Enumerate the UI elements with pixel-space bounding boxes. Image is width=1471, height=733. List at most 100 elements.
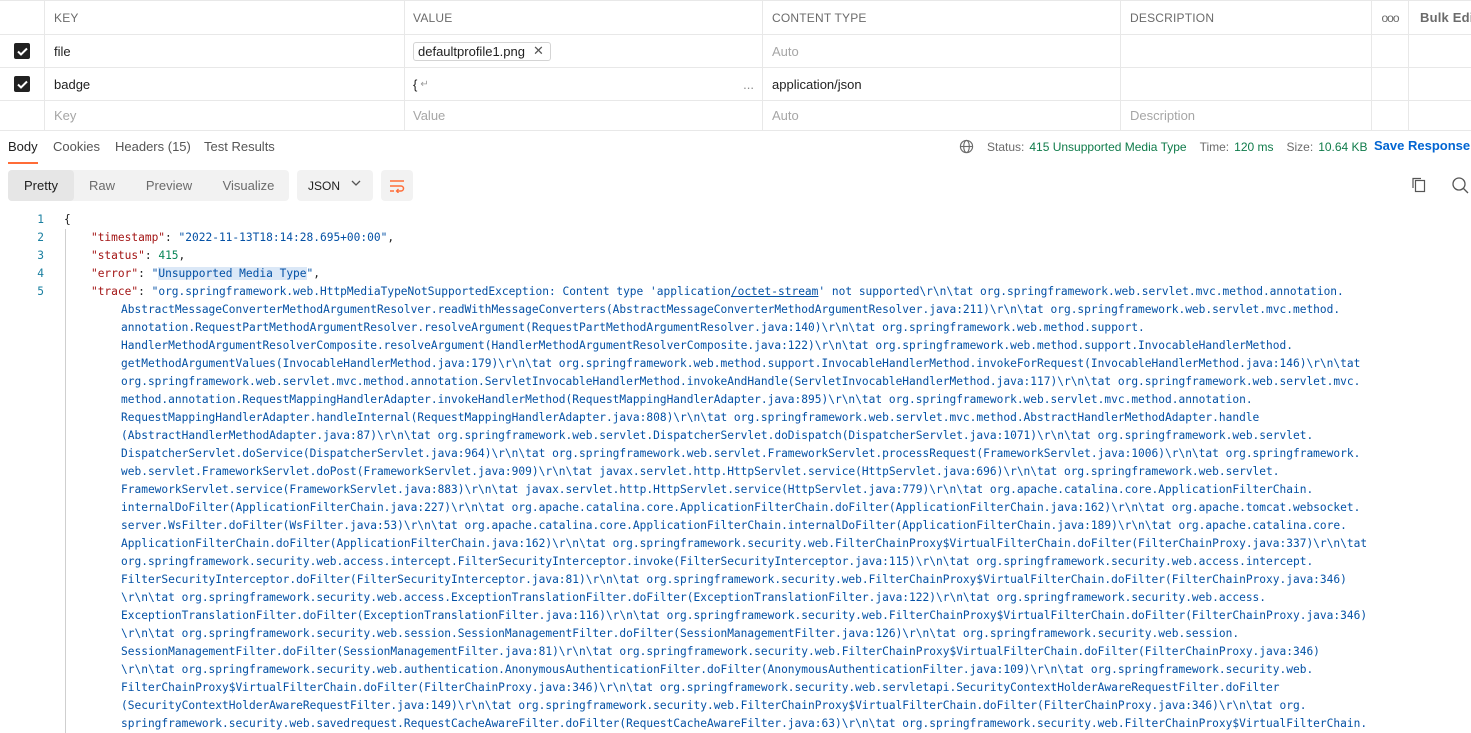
json-brace: { — [413, 76, 418, 92]
json-key: "trace" — [90, 285, 139, 298]
response-tabs: Body Cookies Headers (15) Test Results S… — [0, 131, 1471, 164]
row-checkbox-cell — [0, 35, 44, 67]
value-input[interactable]: Value — [404, 101, 762, 130]
code-line-wrapped: FrameworkServlet.service(FrameworkServle… — [121, 483, 1314, 496]
tab-headers[interactable]: Headers (15) — [115, 139, 191, 154]
code-line-wrapped: method.annotation.RequestMappingHandlerA… — [121, 393, 1253, 406]
json-value-preview: { ↵ ... — [413, 77, 762, 92]
value-field[interactable]: { ↵ ... — [404, 68, 762, 100]
description-field[interactable] — [1120, 35, 1371, 67]
copy-icon[interactable] — [1411, 176, 1427, 194]
code-line-wrapped: FilterSecurityInterceptor.doFilter(Filte… — [121, 573, 1347, 586]
json-key: "status" — [90, 249, 145, 262]
response-body-editor[interactable]: 1 2 3 4 5 { "timestamp": "2022-11-13T18:… — [0, 211, 1471, 733]
more-options-button[interactable]: ooo — [1371, 1, 1408, 34]
json-key: "timestamp" — [90, 231, 166, 244]
table-row: badge { ↵ ... application/json — [0, 68, 1471, 101]
mode-pretty[interactable]: Pretty — [8, 170, 74, 201]
return-icon: ↵ — [420, 78, 429, 90]
code-line-wrapped: (AbstractHandlerMethodAdapter.java:87)\r… — [121, 429, 1314, 442]
json-string: ' not supported\r\n\tat org.springframew… — [818, 285, 1344, 298]
more-icon: ooo — [1381, 10, 1399, 25]
code-line-wrapped: org.springframework.security.web.access.… — [121, 555, 1314, 568]
code-line-wrapped: getMethodArgumentValues(InvocableHandler… — [121, 357, 1361, 370]
row-spacer — [1408, 35, 1471, 67]
file-chip: defaultprofile1.png ✕ — [413, 41, 551, 61]
json-brace: { — [64, 213, 71, 226]
line-number-gutter: 1 2 3 4 5 — [0, 211, 44, 301]
description-input[interactable]: Description — [1120, 101, 1371, 130]
line-number: 1 — [37, 213, 44, 226]
value-field[interactable]: defaultprofile1.png ✕ — [404, 35, 762, 67]
code-line-wrapped: DispatcherServlet.doService(DispatcherSe… — [121, 447, 1361, 460]
bulk-edit-label: Bulk Edit — [1420, 10, 1471, 25]
json-string-highlighted: Unsupported Media Type — [158, 267, 307, 280]
table-header: KEY VALUE CONTENT TYPE DESCRIPTION ooo B… — [0, 0, 1471, 35]
code-line-wrapped: internalDoFilter(ApplicationFilterChain.… — [121, 501, 1361, 514]
new-row: Key Value Auto Description — [0, 101, 1471, 131]
code-line-wrapped: (SecurityContextHolderAwareRequestFilter… — [121, 699, 1307, 712]
content-type-field[interactable]: application/json — [762, 68, 1120, 100]
expand-value[interactable]: ... — [743, 77, 754, 92]
code-line-wrapped: \r\n\tat org.springframework.security.we… — [121, 591, 1267, 604]
chevron-down-icon — [351, 180, 361, 186]
code-line-wrapped: ApplicationFilterChain.doFilter(Applicat… — [121, 537, 1368, 550]
row-spacer — [1408, 68, 1471, 100]
checkbox-checked-icon[interactable] — [14, 76, 30, 92]
code-lines: { "timestamp": "2022-11-13T18:14:28.695+… — [64, 211, 1464, 733]
line-number: 3 — [37, 249, 44, 262]
json-number: 415 — [158, 249, 179, 262]
status-badge[interactable]: 415 Unsupported Media Type — [1029, 140, 1186, 154]
row-spacer — [1371, 101, 1408, 130]
code-line-wrapped: AbstractMessageConverterMethodArgumentRe… — [121, 303, 1341, 316]
save-response-label: Save Response — [1374, 138, 1471, 153]
save-response-button[interactable]: Save Response — [1374, 138, 1471, 153]
code-line: "error": "Unsupported Media Type", — [90, 267, 321, 280]
code-line-wrapped: RequestMappingHandlerAdapter.handleInter… — [121, 411, 1260, 424]
code-line: "timestamp": "2022-11-13T18:14:28.695+00… — [90, 231, 395, 244]
mode-raw[interactable]: Raw — [74, 170, 130, 201]
format-select[interactable]: JSON — [297, 170, 373, 201]
header-description: DESCRIPTION — [1120, 1, 1371, 34]
header-content-type: CONTENT TYPE — [762, 1, 1120, 34]
json-key: "error" — [90, 267, 139, 280]
code-line: "status": 415, — [90, 249, 186, 262]
row-spacer — [1371, 35, 1408, 67]
mode-preview[interactable]: Preview — [130, 170, 208, 201]
header-key: KEY — [44, 1, 404, 34]
code-line-wrapped: annotation.RequestPartMethodArgumentReso… — [121, 321, 1145, 334]
header-checkbox-cell — [0, 1, 44, 34]
json-string-link[interactable]: /octet-stream — [731, 285, 819, 298]
checkbox-checked-icon[interactable] — [14, 43, 30, 59]
bulk-edit-button[interactable]: Bulk Edit — [1408, 1, 1471, 34]
code-line-wrapped: FilterChainProxy$VirtualFilterChain.doFi… — [121, 681, 1280, 694]
wrap-lines-button[interactable] — [381, 170, 413, 201]
row-checkbox-cell — [0, 101, 44, 130]
tab-cookies[interactable]: Cookies — [53, 139, 100, 154]
json-string: "org.springframework.web.HttpMediaTypeNo… — [151, 285, 731, 298]
globe-icon[interactable] — [959, 139, 974, 154]
line-number: 2 — [37, 231, 44, 244]
description-field[interactable] — [1120, 68, 1371, 100]
code-line-wrapped: org.springframework.web.servlet.mvc.meth… — [121, 375, 1361, 388]
format-value: JSON — [308, 178, 341, 193]
code-line-wrapped: web.servlet.FrameworkServlet.doPost(Fram… — [121, 465, 1280, 478]
search-icon[interactable] — [1451, 176, 1469, 194]
content-type-input[interactable]: Auto — [762, 101, 1120, 130]
time-value[interactable]: 120 ms — [1234, 140, 1273, 154]
key-field[interactable]: file — [44, 35, 404, 67]
mode-visualize[interactable]: Visualize — [208, 170, 289, 201]
tab-test-results[interactable]: Test Results — [204, 139, 275, 154]
code-line-wrapped: springframework.security.web.savedreques… — [121, 717, 1368, 730]
wrap-lines-icon — [390, 179, 405, 193]
key-input[interactable]: Key — [44, 101, 404, 130]
row-spacer — [1371, 68, 1408, 100]
code-line: "trace": "org.springframework.web.HttpMe… — [90, 285, 1344, 298]
key-field[interactable]: badge — [44, 68, 404, 100]
tab-body[interactable]: Body — [8, 139, 38, 164]
code-line-wrapped: \r\n\tat org.springframework.security.we… — [121, 627, 1240, 640]
content-type-field[interactable]: Auto — [762, 35, 1120, 67]
table-row: file defaultprofile1.png ✕ Auto — [0, 35, 1471, 68]
size-value[interactable]: 10.64 KB — [1318, 140, 1367, 154]
close-icon[interactable]: ✕ — [533, 43, 544, 59]
